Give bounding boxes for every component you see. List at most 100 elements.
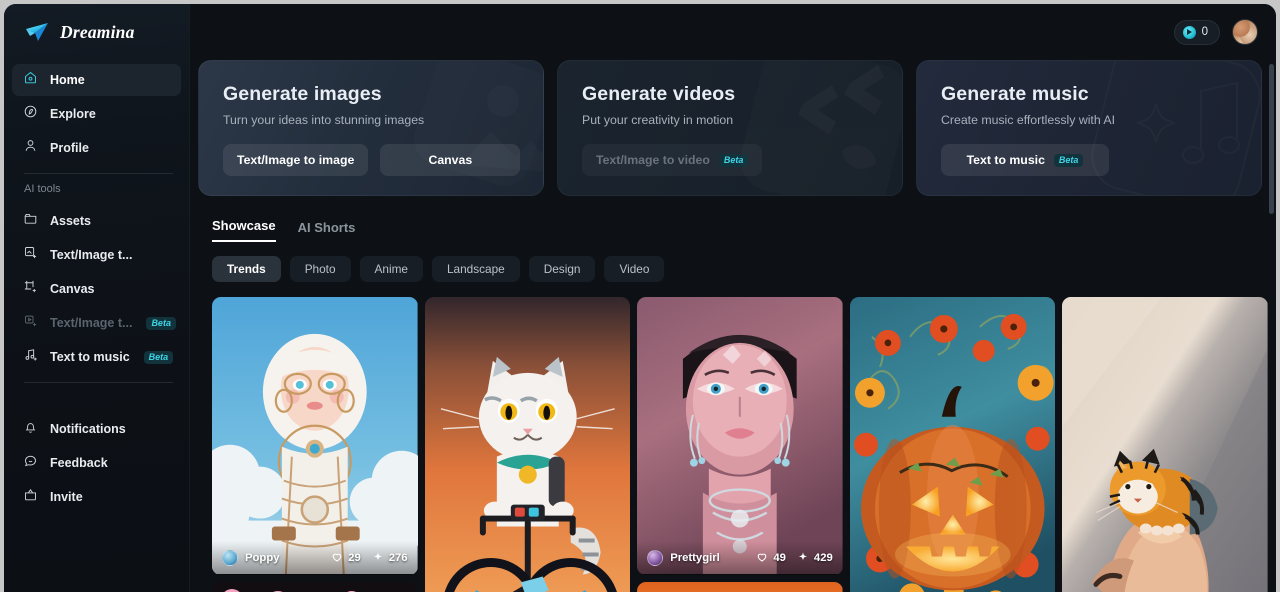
hero-button-text-image-to-video[interactable]: Text/Image to video Beta xyxy=(582,144,763,176)
use-stat[interactable]: 276 xyxy=(372,551,408,566)
hero-button-canvas[interactable]: Canvas xyxy=(380,144,521,176)
sidebar-item-assets[interactable]: Assets xyxy=(12,205,181,237)
avatar[interactable] xyxy=(1232,19,1258,45)
profile-icon xyxy=(23,138,38,158)
chip-label: Landscape xyxy=(446,262,505,276)
hero-buttons: Text to music Beta xyxy=(941,144,1261,176)
content-tabs: Showcase AI Shorts xyxy=(190,196,1276,242)
sidebar-item-feedback[interactable]: Feedback xyxy=(12,447,181,479)
credits-badge[interactable]: 0 xyxy=(1173,19,1220,45)
gallery-card-birds-sunset[interactable] xyxy=(637,582,843,592)
chip-label: Trends xyxy=(227,262,266,276)
assets-folder-icon xyxy=(23,211,38,231)
topbar: 0 xyxy=(190,4,1276,60)
card-meta: Poppy 29 276 xyxy=(212,541,418,575)
chip-anime[interactable]: Anime xyxy=(359,256,423,282)
chip-video[interactable]: Video xyxy=(604,256,665,282)
beta-badge: Beta xyxy=(1053,153,1084,167)
hero-title: Generate music xyxy=(941,83,1089,105)
chip-design[interactable]: Design xyxy=(528,256,596,282)
chip-label: Anime xyxy=(374,262,408,276)
sidebar-item-explore[interactable]: Explore xyxy=(12,98,181,130)
hero-card-generate-videos[interactable]: Generate videos Put your creativity in m… xyxy=(557,60,903,196)
hero-button-label: Text/Image to image xyxy=(237,153,355,167)
feedback-chat-icon xyxy=(23,453,38,473)
gallery-card-pumpkin-flowers[interactable] xyxy=(849,297,1056,592)
gallery-column: Poppy 29 276 xyxy=(212,297,418,592)
sidebar-item-label: Text/Image t... xyxy=(50,316,133,330)
heart-icon xyxy=(756,551,768,566)
sidebar-item-text-image-to-image[interactable]: Text/Image t... xyxy=(12,239,181,271)
credits-value: 0 xyxy=(1201,26,1208,38)
sidebar-item-label: Home xyxy=(50,73,85,87)
beta-badge: Beta xyxy=(143,350,174,364)
like-stat[interactable]: 29 xyxy=(331,551,361,566)
hero-title: Generate videos xyxy=(582,83,736,105)
sidebar-item-label: Notifications xyxy=(50,422,126,436)
use-stat[interactable]: 429 xyxy=(797,551,833,566)
like-stat[interactable]: 49 xyxy=(756,551,786,566)
showcase-gallery: Poppy 29 276 Prettygirl 49 429 xyxy=(190,282,1276,592)
text-image-to-video-icon xyxy=(23,313,38,333)
gallery-column: Prettygirl 49 429 xyxy=(637,297,843,592)
chip-photo[interactable]: Photo xyxy=(289,256,351,282)
tab-label: Showcase xyxy=(212,218,276,233)
heart-icon xyxy=(331,551,343,566)
gallery-column xyxy=(424,297,631,592)
bell-icon xyxy=(23,419,38,439)
text-to-music-icon xyxy=(23,347,38,367)
user-avatar xyxy=(647,550,664,566)
sidebar-item-label: Text to music xyxy=(50,350,130,364)
chip-label: Photo xyxy=(304,262,336,276)
sparkle-icon xyxy=(372,551,384,566)
hero-button-label: Text/Image to video xyxy=(596,153,710,167)
card-meta: Prettygirl 49 429 xyxy=(637,541,843,575)
chip-label: Design xyxy=(543,262,581,276)
home-icon xyxy=(23,70,38,90)
like-count: 49 xyxy=(773,552,786,564)
hero-cards: Generate images Turn your ideas into stu… xyxy=(190,60,1276,196)
hero-subtitle: Turn your ideas into stunning images xyxy=(223,113,425,127)
tab-label: AI Shorts xyxy=(297,220,356,235)
sidebar-item-invite[interactable]: Invite xyxy=(12,481,181,513)
sidebar-item-label: Canvas xyxy=(50,282,95,296)
tab-showcase[interactable]: Showcase xyxy=(212,218,276,242)
sidebar-item-label: Assets xyxy=(50,214,91,228)
chip-trends[interactable]: Trends xyxy=(212,256,281,282)
gallery-card-chrome-woman[interactable]: Prettygirl 49 429 xyxy=(637,297,843,575)
sidebar-item-text-image-to-video[interactable]: Text/Image t... Beta xyxy=(12,307,181,339)
hero-button-label: Canvas xyxy=(428,153,473,167)
sidebar-item-canvas[interactable]: Canvas xyxy=(12,273,181,305)
gallery-card-cherry-blossom[interactable] xyxy=(212,582,418,592)
sparkle-icon xyxy=(797,551,809,566)
hero-subtitle: Create music effortlessly with AI xyxy=(941,113,1116,127)
sidebar-item-notifications[interactable]: Notifications xyxy=(12,413,181,445)
hero-button-text-to-music[interactable]: Text to music Beta xyxy=(941,144,1109,176)
gallery-card-cat-on-bike[interactable] xyxy=(424,297,631,592)
hero-card-generate-music[interactable]: Generate music Create music effortlessly… xyxy=(916,60,1262,196)
scrollbar-thumb[interactable] xyxy=(1269,64,1274,214)
canvas-icon xyxy=(23,279,38,299)
hero-title: Generate images xyxy=(223,83,382,105)
invite-icon xyxy=(23,487,38,507)
beta-badge: Beta xyxy=(146,316,176,330)
tab-ai-shorts[interactable]: AI Shorts xyxy=(298,220,356,242)
sidebar-item-label: Explore xyxy=(50,107,96,121)
sidebar-item-profile[interactable]: Profile xyxy=(12,132,181,164)
brand[interactable]: Dreamina xyxy=(4,4,189,60)
chip-label: Video xyxy=(619,262,650,276)
user-avatar xyxy=(222,550,238,566)
hero-card-generate-images[interactable]: Generate images Turn your ideas into stu… xyxy=(198,60,544,196)
sidebar-item-text-to-music[interactable]: Text to music Beta xyxy=(12,341,181,373)
filter-chips: Trends Photo Anime Landscape Design Vide… xyxy=(190,242,1276,282)
hero-button-text-image-to-image[interactable]: Text/Image to image xyxy=(223,144,369,176)
hero-buttons: Text/Image to video Beta xyxy=(582,144,902,176)
gallery-card-tiny-tiger-finger[interactable] xyxy=(1062,297,1268,592)
use-count: 429 xyxy=(813,552,833,564)
card-username: Prettygirl xyxy=(670,552,720,564)
gallery-column xyxy=(849,297,1056,592)
sidebar-item-home[interactable]: Home xyxy=(12,64,181,96)
gallery-card-girl-white-hair[interactable]: Poppy 29 276 xyxy=(212,297,418,575)
chip-landscape[interactable]: Landscape xyxy=(431,256,520,282)
